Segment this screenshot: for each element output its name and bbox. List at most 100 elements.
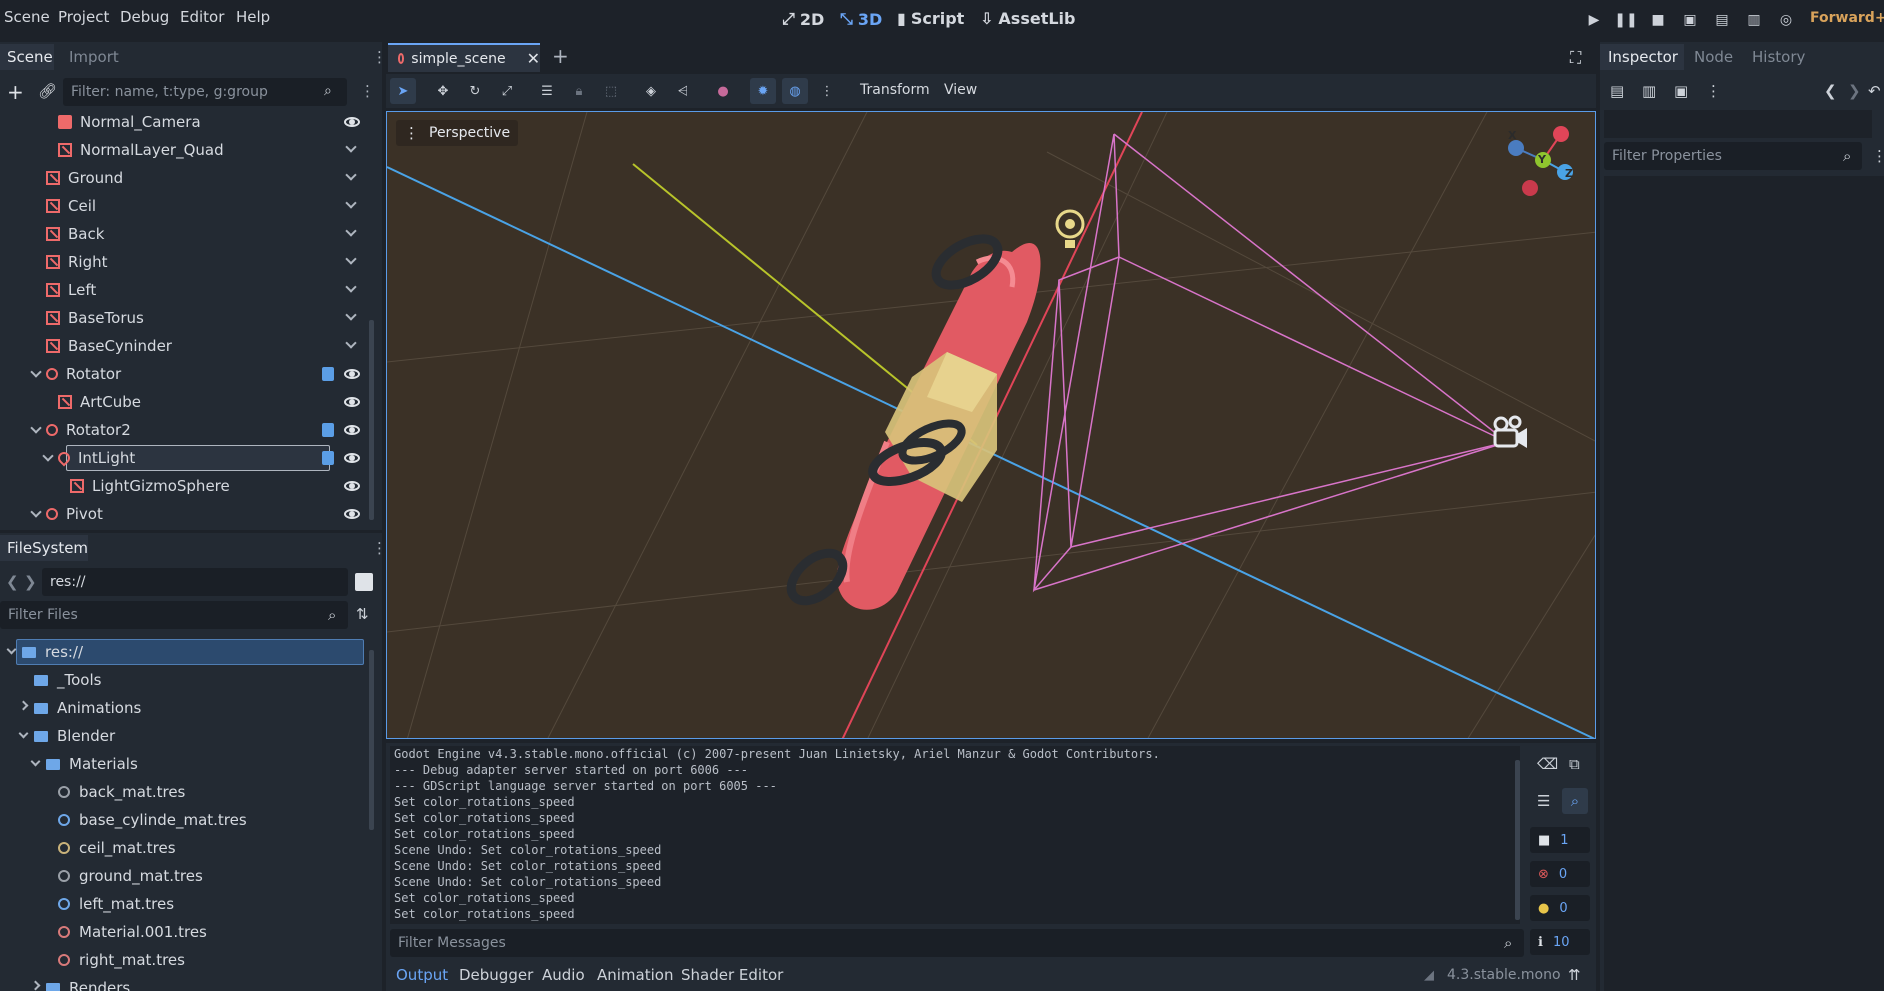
new-resource-icon[interactable]: ▤ [1610,82,1624,100]
movie-maker-icon[interactable]: ◎ [1776,10,1796,30]
close-tab-icon[interactable]: ✕ [527,49,540,68]
scene-node-row[interactable]: Ceil [46,193,96,219]
attached-script-icon[interactable] [322,451,334,465]
visibility-eye-icon[interactable] [344,117,360,127]
output-scrollbar[interactable] [1515,760,1520,920]
scene-node-row[interactable]: ArtCube [58,389,141,415]
scene-node-row[interactable]: Left [46,277,96,303]
copy-output-icon[interactable]: ⧉ [1569,755,1580,773]
path-input[interactable]: res:// [42,568,348,596]
scene-node-row[interactable]: Ground [46,165,123,191]
filter-messages-input[interactable]: Filter Messages [390,929,1524,957]
split-view-icon[interactable] [355,573,373,591]
file-item[interactable]: Material.001.tres [58,919,207,945]
folder-item[interactable]: _Tools [34,667,101,693]
file-item[interactable]: ceil_mat.tres [58,835,176,861]
bottom-tab-animation[interactable]: Animation [597,966,673,984]
scene-tree-scrollbar[interactable] [369,320,374,520]
dock-menu-icon[interactable]: ⋮ [372,48,387,66]
file-item[interactable]: ground_mat.tres [58,863,203,889]
save-resource-icon[interactable]: ▣ [1674,82,1688,100]
tab-node[interactable]: Node [1694,48,1733,66]
group-icon[interactable]: ⬚ [598,78,624,104]
add-scene-tab-icon[interactable]: + [552,44,569,68]
menu-help[interactable]: Help [236,8,270,26]
collapse-icon[interactable]: ☰ [1537,792,1550,810]
scene-node-row[interactable]: BaseTorus [46,305,144,331]
pause-icon[interactable]: ❚❚ [1614,10,1637,30]
play-icon[interactable]: ▶ [1584,10,1604,30]
play-custom-scene-icon[interactable]: ▥ [1744,10,1764,30]
bottom-tab-output[interactable]: Output [396,966,448,984]
stop-icon[interactable]: ■ [1648,10,1668,30]
folder-item[interactable]: res:// [22,639,83,665]
workspace-3d[interactable]: ⤡ 3D [840,9,882,29]
move-mode-icon[interactable]: ✥ [430,78,456,104]
forward-icon[interactable]: ❯ [24,573,37,591]
back-icon[interactable]: ❮ [6,573,19,591]
visibility-eye-icon[interactable] [344,481,360,491]
camera-preview-icon[interactable]: ● [710,78,736,104]
3d-viewport[interactable] [386,111,1596,739]
scene-node-row[interactable]: LightGizmoSphere [70,473,230,499]
scene-options-icon[interactable]: ⋮ [360,82,375,100]
scene-node-row[interactable]: Back [46,221,104,247]
folder-item[interactable]: Renders [46,975,130,991]
open-resource-icon[interactable]: ▥ [1642,82,1656,100]
filter-toggle-icon[interactable]: ⌕ [1562,788,1588,814]
filesystem-menu-icon[interactable]: ⋮ [372,539,387,557]
tab-history[interactable]: History [1752,48,1805,66]
scene-node-row[interactable]: Rotator [46,361,121,387]
scene-filter-input[interactable]: Filter: name, t:type, g:group [63,78,347,106]
info-counter[interactable]: ℹ 10 [1530,929,1590,955]
filter-files-input[interactable]: Filter Files [0,601,348,629]
folder-item[interactable]: Animations [34,695,141,721]
local-space-icon[interactable]: ⩤ [670,78,696,104]
distraction-free-icon[interactable]: ⛶ [1570,48,1581,68]
perspective-menu[interactable]: ⋮ Perspective [396,120,519,146]
add-node-icon[interactable]: + [7,80,24,104]
play-scene-icon[interactable]: ▤ [1712,10,1732,30]
scene-node-row[interactable]: Pivot [46,501,103,527]
scene-node-row[interactable]: NormalLayer_Quad [58,137,224,163]
history-forward-icon[interactable]: ❯ [1848,82,1861,100]
folder-item[interactable]: Blender [34,723,115,749]
messages-counter[interactable]: ■ 1 [1530,827,1590,853]
remote-debug-icon[interactable]: ▣ [1680,10,1700,30]
workspace-2d[interactable]: ⤢ 2D [782,9,824,29]
file-item[interactable]: base_cylinde_mat.tres [58,807,247,833]
visibility-eye-icon[interactable] [344,397,360,407]
bottom-tab-audio[interactable]: Audio [542,966,585,984]
scale-mode-icon[interactable]: ⤢ [494,78,520,104]
view-menu[interactable]: View [944,82,977,98]
attached-script-icon[interactable] [322,367,334,381]
link-icon[interactable]: 🔗︎ [38,82,57,100]
scene-tab-simple-scene[interactable]: simple_scene ✕ [388,43,540,72]
object-selector[interactable] [1604,110,1872,138]
scene-node-row[interactable]: BaseCyninder [46,333,172,359]
sort-icon[interactable]: ⇅ [356,605,369,623]
menu-editor[interactable]: Editor [180,8,224,26]
scene-node-row[interactable]: Normal_Camera [58,109,201,135]
tab-import[interactable]: Import [69,48,119,66]
filter-properties-input[interactable]: Filter Properties [1604,142,1862,170]
renderer-selector[interactable]: Forward+ [1810,10,1884,26]
visibility-eye-icon[interactable] [344,509,360,519]
inspector-options-icon[interactable]: ⋮ [1872,147,1884,165]
scene-node-row[interactable]: Right [46,249,108,275]
list-select-icon[interactable]: ☰ [534,78,560,104]
select-mode-icon[interactable]: ➤ [390,78,416,104]
folder-item[interactable]: Materials [46,751,138,777]
menu-debug[interactable]: Debug [120,8,169,26]
file-item[interactable]: back_mat.tres [58,779,185,805]
attached-script-icon[interactable] [322,423,334,437]
rotate-mode-icon[interactable]: ↻ [462,78,488,104]
filesystem-scrollbar[interactable] [369,650,374,830]
scene-node-row[interactable]: Rotator2 [46,417,131,443]
menu-project[interactable]: Project [58,8,109,26]
version-label[interactable]: 4.3.stable.mono [1447,967,1561,983]
file-item[interactable]: left_mat.tres [58,891,174,917]
preview-options-icon[interactable]: ⋮ [814,78,840,104]
bottom-tab-debugger[interactable]: Debugger [459,966,533,984]
lock-icon[interactable]: 🔒︎ [566,78,592,104]
